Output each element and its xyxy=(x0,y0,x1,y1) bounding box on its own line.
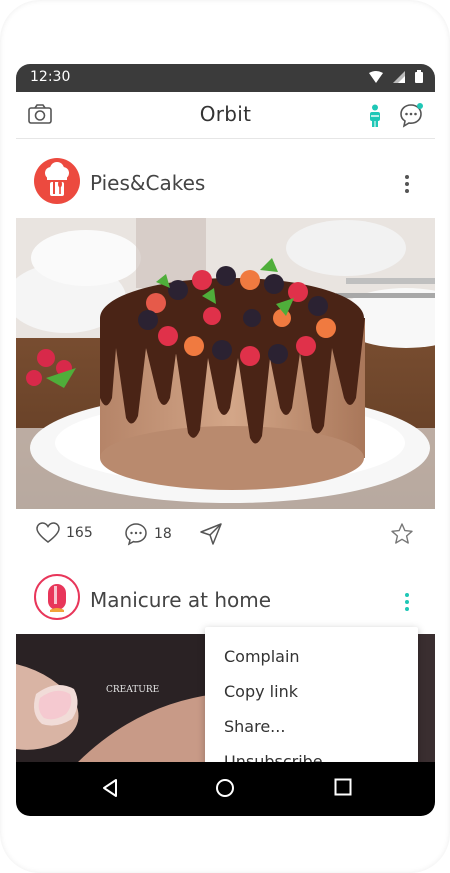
post-header: Pies&Cakes xyxy=(16,146,435,218)
back-icon[interactable] xyxy=(101,778,119,798)
like-button[interactable]: 165 xyxy=(36,522,93,544)
nail-polish-icon xyxy=(48,584,66,612)
avatar[interactable] xyxy=(34,574,80,620)
more-options-icon[interactable] xyxy=(405,590,411,614)
cake-photo xyxy=(16,218,435,509)
person-icon[interactable] xyxy=(368,104,382,128)
menu-item-share[interactable]: Share... xyxy=(224,717,285,736)
app-bar: Orbit xyxy=(16,92,435,139)
recents-icon[interactable] xyxy=(334,778,352,796)
phone-screen: 12:30 Orbit Pies&Cakes 165 18 Manicure a… xyxy=(16,64,435,816)
share-send-icon[interactable] xyxy=(199,522,223,546)
status-time: 12:30 xyxy=(30,69,71,85)
post-author[interactable]: Pies&Cakes xyxy=(90,171,205,195)
menu-item-complain[interactable]: Complain xyxy=(224,647,300,666)
chat-icon[interactable] xyxy=(399,102,425,128)
avatar[interactable] xyxy=(34,158,80,204)
status-bar: 12:30 xyxy=(16,64,435,92)
post-actions: 165 18 xyxy=(16,509,435,559)
star-icon[interactable] xyxy=(390,522,414,546)
signal-icon xyxy=(393,70,405,83)
like-count: 165 xyxy=(66,525,93,541)
device-frame: 12:30 Orbit Pies&Cakes 165 18 Manicure a… xyxy=(0,0,450,873)
comment-icon xyxy=(125,523,147,546)
nav-bar xyxy=(16,762,435,816)
menu-item-copy-link[interactable]: Copy link xyxy=(224,682,298,701)
battery-icon xyxy=(415,70,423,83)
post-header: Manicure at home xyxy=(16,564,435,636)
status-icons xyxy=(369,70,423,83)
heart-icon xyxy=(36,522,60,543)
watermark-text: CREATURE xyxy=(106,685,159,695)
comment-count: 18 xyxy=(154,526,172,542)
post-image[interactable] xyxy=(16,218,435,509)
comment-button[interactable]: 18 xyxy=(124,522,172,546)
chef-hat-icon xyxy=(45,162,69,196)
home-icon[interactable] xyxy=(215,778,235,798)
post-author[interactable]: Manicure at home xyxy=(90,588,271,612)
more-options-icon[interactable] xyxy=(405,172,411,196)
wifi-icon xyxy=(369,70,383,83)
